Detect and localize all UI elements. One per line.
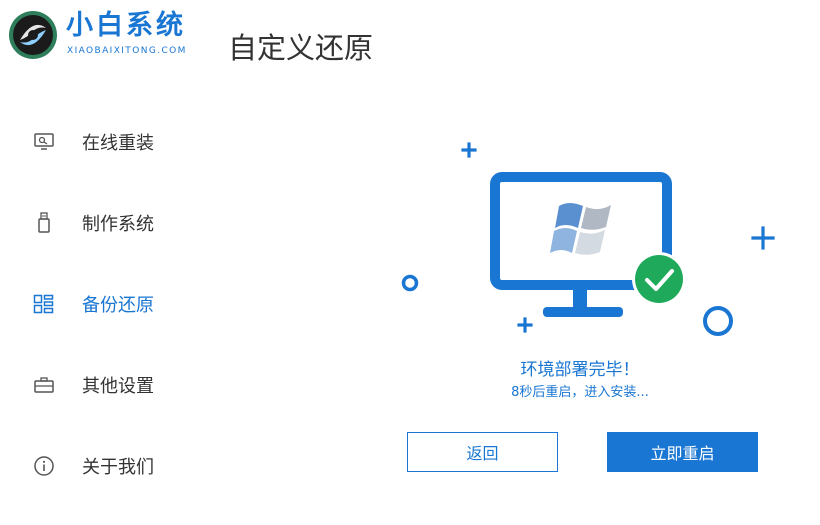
- brand-name: 小白系统: [66, 10, 186, 41]
- deployment-complete-illustration: [395, 135, 795, 350]
- back-button[interactable]: 返回: [407, 432, 558, 472]
- restart-now-button[interactable]: 立即重启: [607, 432, 758, 472]
- info-icon: [33, 455, 55, 477]
- page-title: 自定义还原: [228, 31, 374, 65]
- status-message: 环境部署完毕！: [520, 360, 640, 380]
- briefcase-icon: [33, 374, 55, 396]
- circle-decoration-icon: [401, 274, 419, 292]
- sidebar-item-online-reinstall[interactable]: 在线重装: [0, 122, 250, 162]
- sidebar-item-about-us[interactable]: 关于我们: [0, 446, 250, 486]
- restart-countdown: 8秒后重启，进入安装...: [511, 385, 649, 400]
- app-logo: [8, 10, 58, 60]
- sidebar-item-label: 其他设置: [82, 376, 154, 397]
- sidebar-item-make-system[interactable]: 制作系统: [0, 203, 250, 243]
- sidebar-item-label: 制作系统: [82, 214, 154, 235]
- usb-icon: [33, 212, 55, 234]
- windows-logo-icon: [550, 203, 611, 255]
- backup-grid-icon: [33, 293, 55, 315]
- sidebar-item-other-settings[interactable]: 其他设置: [0, 365, 250, 405]
- sidebar-item-label: 在线重装: [82, 133, 154, 154]
- sidebar-item-label: 关于我们: [82, 457, 154, 478]
- sidebar-item-label: 备份还原: [82, 295, 154, 316]
- circle-decoration-icon: [703, 306, 733, 336]
- brand-subtitle: XIAOBAIXITONG.COM: [67, 46, 187, 56]
- sidebar-item-backup-restore[interactable]: 备份还原: [0, 284, 250, 324]
- monitor-icon: [33, 131, 55, 153]
